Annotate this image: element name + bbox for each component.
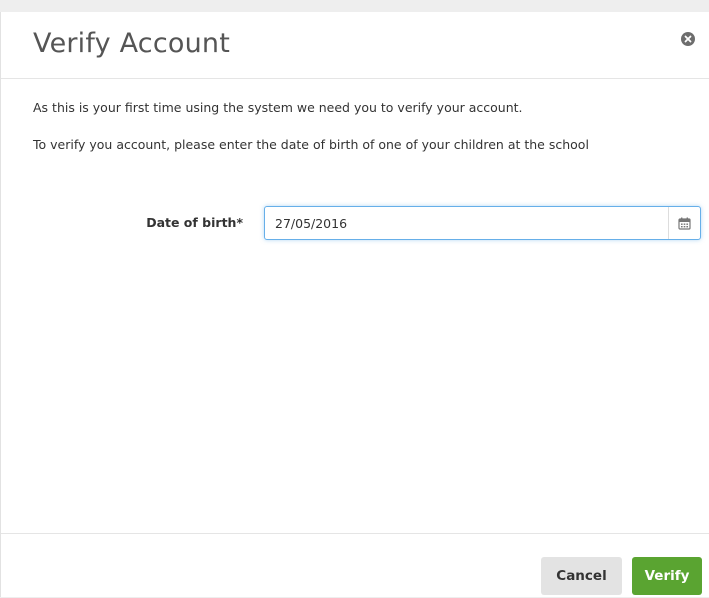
- dialog-body: As this is your first time using the sys…: [1, 79, 709, 533]
- calendar-button[interactable]: [668, 207, 700, 239]
- dialog-footer: Cancel Verify: [1, 533, 709, 598]
- intro-text-first-time: As this is your first time using the sys…: [33, 100, 523, 115]
- date-of-birth-field: [264, 206, 701, 240]
- dialog-header: Verify Account: [1, 12, 709, 79]
- date-of-birth-input[interactable]: [265, 207, 665, 239]
- date-of-birth-row: Date of birth*: [1, 206, 709, 242]
- intro-text-instructions: To verify you account, please enter the …: [33, 137, 589, 152]
- date-of-birth-label: Date of birth*: [146, 215, 243, 230]
- verify-button[interactable]: Verify: [632, 557, 702, 595]
- calendar-icon: [678, 217, 691, 230]
- verify-account-dialog: Verify Account As this is your first tim…: [0, 12, 709, 597]
- close-icon: [684, 35, 692, 43]
- dialog-title: Verify Account: [33, 28, 230, 59]
- cancel-button[interactable]: Cancel: [541, 557, 622, 595]
- close-button[interactable]: [681, 32, 695, 46]
